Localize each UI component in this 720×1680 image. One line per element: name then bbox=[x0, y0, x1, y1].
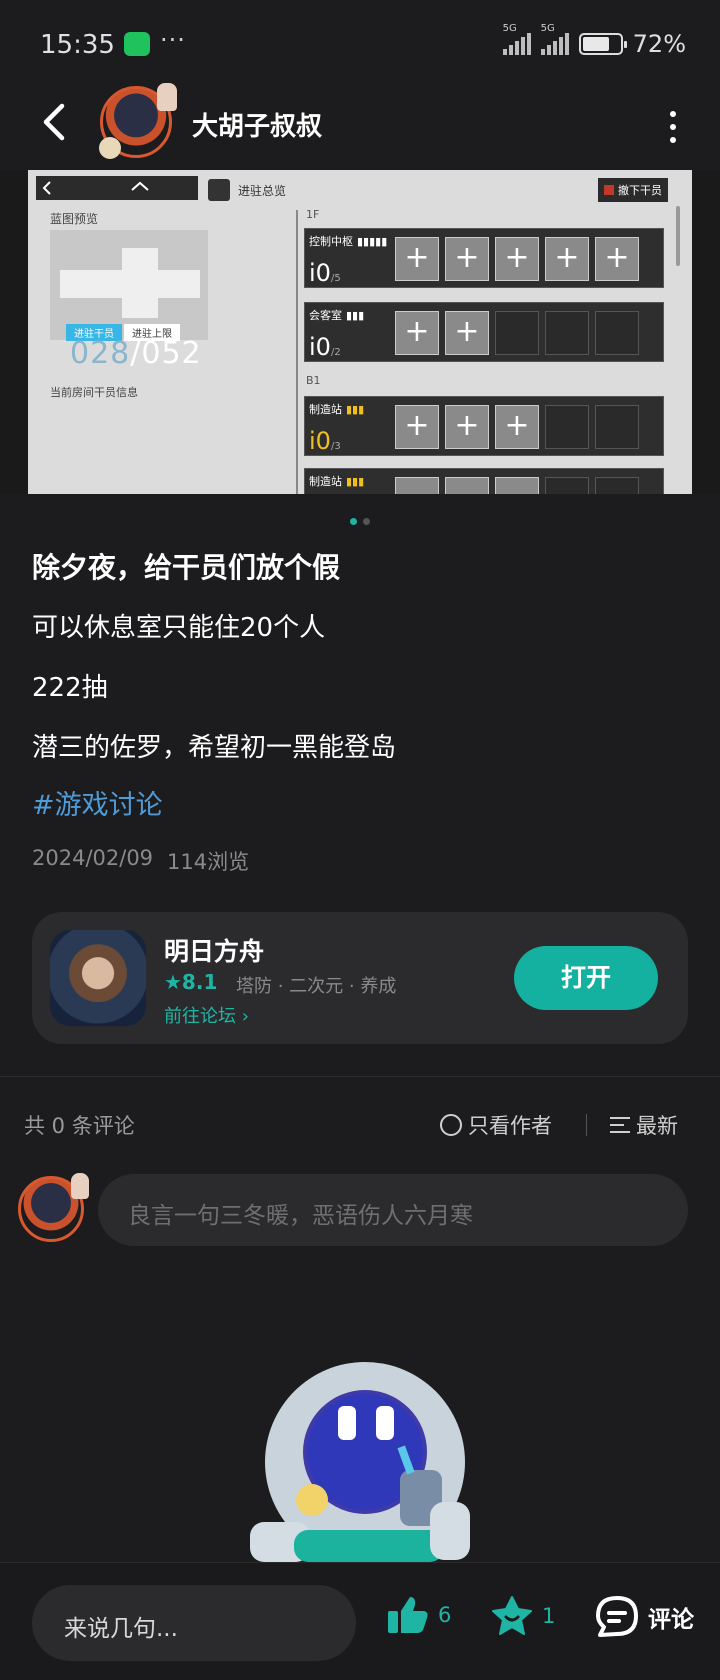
back-icon[interactable] bbox=[34, 100, 78, 144]
sort-icon bbox=[610, 1115, 632, 1135]
game-rating: ★8.1 bbox=[164, 970, 218, 994]
screenshot-preview-label: 蓝图预览 bbox=[50, 212, 99, 226]
comment-count: 共 0 条评论 bbox=[24, 1114, 135, 1138]
status-time: 15:35 bbox=[40, 30, 115, 60]
divider bbox=[0, 1076, 720, 1077]
screenshot-withdraw: 撤下干员 bbox=[598, 178, 668, 202]
game-icon bbox=[50, 930, 146, 1026]
topic-tag[interactable]: #游戏讨论 bbox=[32, 786, 692, 826]
game-tags: 塔防 · 二次元 · 养成 bbox=[236, 976, 397, 997]
game-name: 明日方舟 bbox=[164, 937, 265, 966]
author-name[interactable]: 大胡子叔叔 bbox=[192, 106, 322, 143]
my-avatar bbox=[18, 1173, 89, 1242]
status-bar: 15:35 ··· 5G 5G 72% bbox=[0, 0, 720, 90]
comment-input[interactable]: 良言一句三冬暖，恶语伤人六月寒 bbox=[98, 1174, 688, 1246]
like-button[interactable]: 6 bbox=[386, 1595, 451, 1635]
thumbs-up-icon bbox=[388, 1597, 428, 1633]
post-views: 114浏览 bbox=[167, 850, 250, 874]
favorite-button[interactable]: 1 bbox=[490, 1595, 555, 1637]
open-button[interactable]: 打开 bbox=[514, 946, 658, 1010]
image-pager bbox=[0, 518, 720, 525]
signal-icon: 5G bbox=[502, 23, 531, 55]
battery-icon bbox=[578, 33, 627, 55]
author-only-toggle[interactable]: 只看作者 bbox=[440, 1110, 552, 1140]
comment-bubble-icon bbox=[596, 1596, 638, 1637]
screenshot-room-factory-2: 制造站 ▮▮▮ bbox=[304, 468, 664, 494]
sort-latest-button[interactable]: 最新 bbox=[610, 1110, 678, 1140]
post-image[interactable]: 进驻总览 撤下干员 蓝图预览 进驻干员 进驻上限 028/052 当前房间干员信… bbox=[0, 170, 720, 494]
star-icon bbox=[492, 1596, 532, 1635]
post-date: 2024/02/09 bbox=[32, 846, 154, 870]
post-line: 222抽 bbox=[32, 673, 108, 703]
battery-percent: 72% bbox=[632, 30, 686, 58]
author-avatar[interactable] bbox=[99, 83, 177, 159]
post-line: 潜三的佐罗，希望初一黑能登岛 bbox=[32, 733, 397, 763]
quick-comment-input[interactable]: 来说几句... bbox=[32, 1585, 356, 1661]
screenshot-floor-b1: B1 bbox=[306, 374, 321, 387]
bottom-action-bar: 来说几句... 6 1 评论 bbox=[0, 1562, 720, 1680]
empty-comments-mascot bbox=[250, 1362, 470, 1562]
comment-button[interactable]: 评论 bbox=[594, 1595, 694, 1639]
game-forum-link[interactable]: 前往论坛 › bbox=[164, 1002, 249, 1028]
post-content: 除夕夜，给干员们放个假 可以休息室只能住20个人 222抽 潜三的佐罗，希望初一… bbox=[32, 548, 692, 876]
screenshot-topbar bbox=[36, 176, 198, 200]
more-options-icon[interactable] bbox=[666, 108, 680, 143]
screenshot-room-control: 控制中枢 ▮▮▮▮▮ i0/5 + + + + + bbox=[304, 228, 664, 288]
game-card[interactable]: 明日方舟 ★8.1 塔防 · 二次元 · 养成 前往论坛 › 打开 bbox=[32, 912, 688, 1044]
screenshot-room-info: 当前房间干员信息 bbox=[50, 386, 138, 399]
radio-circle-icon bbox=[440, 1114, 462, 1136]
screenshot-room-factory: 制造站 ▮▮▮ i0/3 + + + bbox=[304, 396, 664, 456]
signal-icon-2: 5G bbox=[540, 23, 569, 55]
post-line: 可以休息室只能住20个人 bbox=[32, 613, 326, 643]
screenshot-overview: 进驻总览 bbox=[208, 178, 298, 202]
screenshot-floor-1f: 1F bbox=[306, 208, 320, 221]
more-notifications-icon: ··· bbox=[160, 26, 186, 54]
post-header: 大胡子叔叔 bbox=[0, 83, 720, 166]
wechat-icon bbox=[124, 32, 150, 56]
post-title: 除夕夜，给干员们放个假 bbox=[32, 551, 341, 584]
screenshot-room-reception: 会客室 ▮▮▮ i0/2 + + bbox=[304, 302, 664, 362]
screenshot-count: 028/052 bbox=[70, 336, 202, 371]
